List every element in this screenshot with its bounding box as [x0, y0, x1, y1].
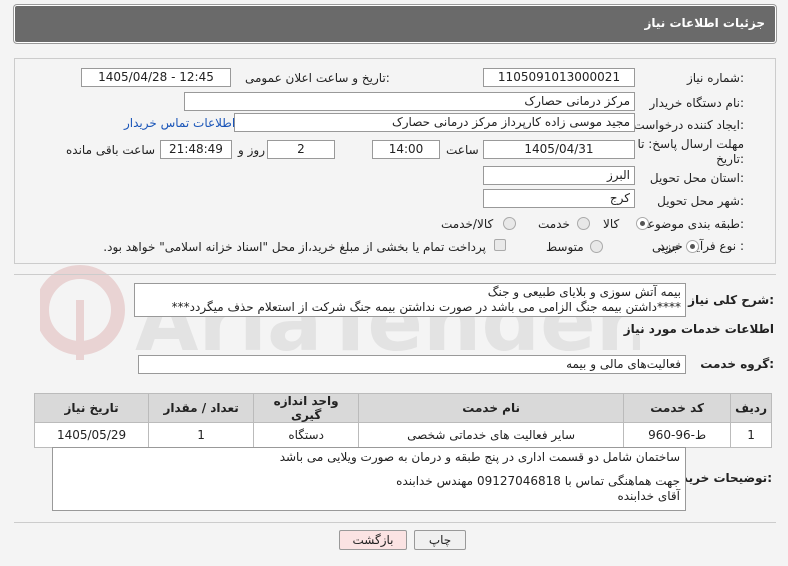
back-button[interactable]: بازگشت: [339, 530, 407, 550]
city-field: کرج: [483, 189, 635, 208]
requester-field: مجید موسی زاده کارپرداز مرکز درمانی حصار…: [234, 113, 635, 132]
days-field: 2: [267, 140, 335, 159]
col-need-date: تاریخ نیاز: [33, 393, 150, 423]
page-header: جزئیات اطلاعات نیاز: [14, 5, 776, 43]
description-textarea[interactable]: بیمه آتش سوزی و بلایای طبیعی و جنگ ****د…: [134, 283, 686, 317]
page-title: جزئیات اطلاعات نیاز: [644, 16, 765, 30]
treasury-payment-checkbox[interactable]: [494, 239, 506, 251]
category-radio-goods[interactable]: [636, 217, 649, 230]
col-service-code: کد خدمت: [623, 393, 732, 423]
buyer-notes-spacer: [58, 465, 680, 474]
need-number-field: 1105091013000021: [483, 68, 635, 87]
category-option-service: خدمت: [538, 217, 570, 231]
deadline-date-field[interactable]: 1405/04/31: [483, 140, 635, 159]
cell-unit: دستگاه: [253, 422, 360, 448]
category-radio-goods-service[interactable]: [503, 217, 516, 230]
buyer-org-label: نام دستگاه خریدار:: [649, 96, 745, 110]
city-label: شهر محل تحویل:: [657, 194, 744, 208]
cell-row: 1: [730, 422, 772, 448]
time-label: ساعت: [446, 143, 479, 157]
process-option-minor: جزیی: [652, 240, 680, 254]
process-option-medium: متوسط: [546, 240, 584, 254]
buyer-notes-textarea[interactable]: ساختمان شامل دو قسمت اداری در پنج طبقه و…: [52, 447, 686, 511]
province-field: البرز: [483, 166, 635, 185]
cell-need-date: 1405/05/29: [33, 422, 150, 448]
description-label: شرح کلی نیاز:: [688, 293, 774, 307]
province-label: استان محل تحویل:: [649, 171, 744, 185]
buyer-org-field: مرکز درمانی حصارک: [184, 92, 635, 111]
service-group-field: فعالیت‌های مالی و بیمه: [138, 355, 686, 374]
divider-bottom: [14, 522, 776, 523]
remaining-label: ساعت باقی مانده: [66, 143, 156, 157]
buyer-contact-link[interactable]: اطلاعات تماس خریدار: [124, 116, 235, 130]
remaining-time-field: 21:48:49: [160, 140, 232, 159]
cell-service-name: سایر فعالیت های خدماتی شخصی: [358, 422, 625, 448]
print-button[interactable]: چاپ: [414, 530, 466, 550]
cell-service-code: ط-96-960: [623, 422, 732, 448]
services-section-title: اطلاعات خدمات مورد نیاز: [623, 322, 774, 336]
table-header-row: ردیف کد خدمت نام خدمت واحد اندازه گیری ت…: [33, 393, 772, 423]
days-label: روز و: [238, 143, 265, 157]
services-table-wrapper: ردیف کد خدمت نام خدمت واحد اندازه گیری ت…: [33, 393, 772, 448]
description-line-1: بیمه آتش سوزی و بلایای طبیعی و جنگ: [487, 285, 681, 299]
process-radio-medium[interactable]: [590, 240, 603, 253]
announce-label: تاریخ و ساعت اعلان عمومی:: [245, 71, 390, 85]
col-row: ردیف: [730, 393, 772, 423]
announce-field: 1405/04/28 - 12:45: [81, 68, 231, 87]
deadline-label: مهلت ارسال پاسخ: تا تاریخ:: [637, 137, 744, 166]
service-group-label: گروه خدمت:: [700, 357, 774, 371]
services-table: ردیف کد خدمت نام خدمت واحد اندازه گیری ت…: [33, 393, 772, 448]
process-radio-minor[interactable]: [686, 240, 699, 253]
need-number-label: شماره نیاز:: [686, 71, 744, 85]
category-radio-service[interactable]: [577, 217, 590, 230]
category-label: طبقه بندی موضوعی:: [637, 217, 744, 231]
buyer-notes-line-2: جهت هماهنگی تماس با 09127046818 مهندس خد…: [396, 474, 680, 488]
category-option-goods-service: کالا/خدمت: [441, 217, 494, 231]
col-service-name: نام خدمت: [358, 393, 625, 423]
table-row: 1 ط-96-960 سایر فعالیت های خدماتی شخصی د…: [33, 422, 772, 448]
description-line-2: ****داشتن بیمه جنگ الزامی می باشد در صور…: [171, 300, 681, 314]
treasury-payment-note: پرداخت تمام یا بخشی از مبلغ خرید،از محل …: [103, 240, 486, 254]
watermark-logo: AriaTender.net: [40, 265, 640, 370]
requester-label: ایجاد کننده درخواست:: [633, 118, 744, 132]
deadline-time-field[interactable]: 14:00: [372, 140, 440, 159]
col-quantity: تعداد / مقدار: [148, 393, 255, 423]
category-option-goods: کالا: [603, 217, 620, 231]
col-unit: واحد اندازه گیری: [253, 393, 360, 423]
buyer-notes-line-1: ساختمان شامل دو قسمت اداری در پنج طبقه و…: [279, 450, 680, 464]
cell-quantity: 1: [148, 422, 255, 448]
divider: [14, 274, 776, 275]
buyer-notes-line-3: آقای خدابنده: [617, 489, 680, 503]
